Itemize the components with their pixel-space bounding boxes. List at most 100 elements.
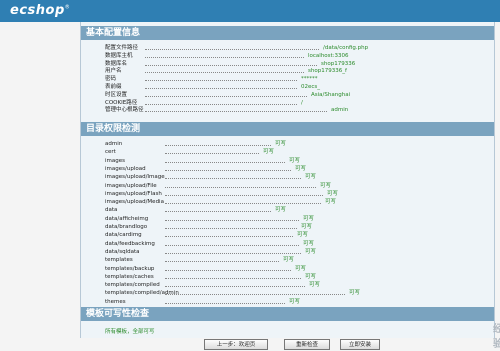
dir-permission-row: images/upload/Media 可写 [105, 198, 336, 206]
dir-permission-row: templates 可写 [105, 256, 294, 264]
dotted-leader [145, 95, 307, 97]
install-now-button[interactable]: 立即安装 [340, 339, 380, 350]
dir-writable-status: 可写 [295, 265, 307, 272]
dotted-leader [165, 211, 271, 213]
dir-writable-status: 可写 [289, 157, 301, 164]
dir-path-label: templates/compiled/admin [105, 290, 179, 297]
dir-writable-status: 可写 [263, 149, 275, 156]
dotted-leader [145, 80, 297, 82]
basic-config-row: 数据库主机 localhost:3306 [105, 52, 349, 60]
basic-config-value: ****** [301, 76, 318, 83]
section-dir-permissions: 目录权限检测 [81, 122, 494, 136]
dir-path-label: images/upload/Media [105, 199, 164, 206]
basic-config-value: /data/config.php [323, 45, 369, 51]
dir-path-label: data [105, 207, 118, 214]
dir-writable-status: 可写 [275, 141, 287, 147]
basic-config-label: 用户名 [105, 68, 122, 75]
basic-config-value: Asia/Shanghai [311, 91, 351, 98]
dir-path-label: templates [105, 257, 133, 264]
dotted-leader [165, 294, 345, 296]
dotted-leader [145, 111, 327, 113]
basic-config-row: 用户名 shop179336_f [105, 67, 347, 75]
basic-config-value: shop179336_f [308, 68, 347, 75]
top-header: ecshop® [0, 0, 500, 22]
dir-permission-row: templates/backup 可写 [105, 265, 306, 273]
dotted-leader [165, 269, 291, 271]
dir-permission-row: templates/compiled 可写 [105, 281, 320, 289]
template-check-result: 所有模板，全部可写 [105, 329, 155, 335]
dotted-leader [145, 64, 317, 66]
dotted-leader [145, 72, 304, 74]
dir-writable-status: 可写 [289, 298, 301, 305]
dir-permission-row: data/afficheimg 可写 [105, 215, 314, 223]
dir-permission-row: templates/compiled/admin 可写 [105, 289, 360, 297]
dir-permission-row: data/feedbackimg 可写 [105, 240, 314, 248]
dotted-leader [165, 228, 297, 229]
dir-writable-status: 可写 [283, 257, 295, 264]
basic-config-value: admin [331, 107, 349, 114]
dir-permission-row: admin 可写 [105, 140, 286, 148]
dir-writable-status: 可写 [301, 224, 313, 230]
dir-permission-row: themes 可写 [105, 298, 300, 306]
basic-config-row: 密码 ****** [105, 75, 318, 83]
basic-config-row: 管理中心根路径 admin [105, 106, 348, 114]
dir-permission-row: images/upload/Flash 可写 [105, 190, 338, 198]
dir-writable-status: 可写 [349, 290, 361, 297]
dotted-leader [165, 186, 316, 188]
prev-step-button[interactable]: 上一步：欢迎页 [204, 339, 268, 350]
dir-writable-status: 可写 [325, 199, 337, 206]
dotted-leader [165, 194, 323, 196]
dir-writable-status: 可写 [295, 165, 307, 172]
dotted-leader [165, 252, 301, 254]
dotted-leader [145, 103, 297, 105]
section-template-check: 模板可写性检查 [81, 307, 494, 321]
dir-writable-status: 可写 [305, 248, 317, 255]
dotted-leader [165, 169, 291, 171]
basic-config-label: 配置文件路径 [105, 45, 139, 51]
dir-path-label: images/upload [105, 165, 146, 172]
dir-path-label: images/upload/Image [105, 174, 165, 181]
dir-permission-row: images/upload 可写 [105, 165, 306, 173]
dir-path-label: templates/compiled [105, 282, 160, 289]
dir-writable-status: 可写 [303, 240, 315, 247]
dir-path-label: data/feedbackimg [105, 240, 155, 247]
dir-writable-status: 可写 [305, 174, 317, 181]
basic-config-label: 密码 [105, 76, 117, 83]
basic-config-label: 表前缀 [105, 84, 122, 90]
dir-path-label: templates/caches [105, 273, 154, 280]
dir-writable-status: 可写 [275, 207, 287, 214]
dir-path-label: data/afficheimg [105, 215, 149, 222]
dotted-leader [165, 178, 301, 180]
dotted-leader [165, 286, 305, 288]
basic-config-label: COOKIE路径 [105, 99, 138, 106]
dir-permission-row: cert 可写 [105, 148, 274, 156]
dir-writable-status: 可写 [305, 273, 317, 280]
dir-writable-status: 可写 [320, 182, 332, 189]
dir-path-label: images/upload/File [105, 182, 157, 189]
dir-permission-row: templates/caches 可写 [105, 273, 316, 281]
dir-writable-status: 可写 [303, 215, 315, 222]
dotted-leader [145, 56, 304, 58]
dir-path-label: data/cardimg [105, 232, 142, 239]
dir-path-label: images/upload/Flash [105, 190, 162, 197]
dir-permission-row: images/upload/Image 可写 [105, 173, 316, 181]
dotted-leader [165, 161, 285, 163]
dotted-leader [165, 277, 301, 279]
recheck-button[interactable]: 重新检查 [284, 339, 330, 350]
basic-config-value: localhost:3306 [308, 52, 349, 59]
dir-permission-row: data 可写 [105, 206, 286, 214]
dir-permission-row: images/upload/File 可写 [105, 182, 331, 190]
section-basic-config: 基本配置信息 [81, 26, 494, 40]
basic-config-label: 数据库名 [105, 60, 128, 67]
dir-writable-status: 可写 [327, 190, 339, 197]
basic-config-row: 数据库名 shop179336 [105, 60, 355, 68]
basic-config-value: 02ecs_ [301, 84, 321, 90]
dir-permission-row: data/brandlogo 可写 [105, 223, 312, 231]
dotted-leader [165, 145, 271, 146]
basic-config-row: 时区设置 Asia/Shanghai [105, 91, 350, 99]
dotted-leader [165, 302, 285, 304]
dir-permission-row: data/cardimg 可写 [105, 231, 308, 239]
dir-permission-row: data/sqldata 可写 [105, 248, 316, 256]
dotted-leader [165, 261, 279, 263]
ecshop-logo: ecshop® [10, 3, 71, 18]
